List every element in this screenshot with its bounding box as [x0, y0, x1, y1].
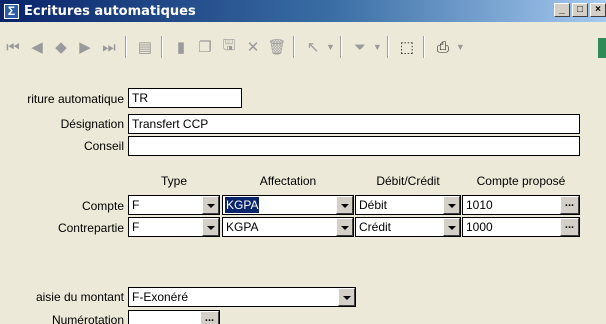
save-icon[interactable]: 🖫	[218, 35, 240, 59]
close-button[interactable]: ×	[590, 3, 606, 17]
toolbar-separator	[422, 36, 425, 58]
window-title: Ecritures automatiques	[24, 3, 196, 19]
first-record-icon[interactable]: ⏮	[2, 35, 24, 59]
contrepartie-affectation-select[interactable]: KGPA	[222, 217, 354, 237]
numerotation-input[interactable]: ...	[128, 310, 220, 324]
next-record-icon[interactable]: ▶	[74, 35, 96, 59]
contrepartie-label: Contrepartie	[57, 221, 124, 235]
compte-debit-credit-select[interactable]: Débit	[355, 195, 461, 215]
new-record-icon[interactable]: ▮	[170, 35, 192, 59]
chevron-down-icon[interactable]: ▼	[373, 42, 382, 52]
saisie-montant-select[interactable]: F-Exonéré	[128, 287, 356, 307]
chevron-down-icon[interactable]	[338, 288, 355, 306]
contrepartie-debit-credit-value: Crédit	[359, 220, 392, 234]
chevron-down-icon[interactable]: ▼	[456, 42, 465, 52]
toolbar-separator	[386, 36, 389, 58]
compte-browse-button[interactable]: ...	[560, 196, 579, 214]
chevron-down-icon[interactable]	[443, 196, 460, 214]
contrepartie-type-value: F	[132, 220, 140, 234]
conseil-label: Conseil	[83, 139, 124, 153]
filter-icon[interactable]: ⏷	[349, 35, 371, 59]
numerotation-label: Numérotation	[51, 313, 124, 324]
title-bar: Σ Ecritures automatiques _ □ ×	[0, 0, 606, 22]
chevron-down-icon[interactable]	[202, 196, 219, 214]
compte-propose-value: 1010	[466, 198, 493, 212]
maximize-button[interactable]: □	[572, 3, 588, 17]
column-header-type: Type	[160, 174, 187, 188]
chevron-down-icon[interactable]	[336, 196, 353, 214]
chevron-down-icon[interactable]	[443, 218, 460, 236]
last-record-icon[interactable]: ⏭	[98, 35, 120, 59]
contrepartie-type-select[interactable]: F	[128, 217, 220, 237]
diamond-icon[interactable]: ◆	[50, 35, 72, 59]
delete-icon[interactable]: ✕	[242, 35, 264, 59]
contrepartie-debit-credit-select[interactable]: Crédit	[355, 217, 461, 237]
compte-affectation-value: KGPA	[223, 196, 261, 214]
exit-icon[interactable]	[598, 38, 606, 58]
ecriture-input[interactable]: TR	[128, 88, 242, 108]
numerotation-browse-button[interactable]: ...	[200, 311, 219, 324]
table-view-icon[interactable]: ▤	[134, 35, 156, 59]
pointer-icon[interactable]: ↖	[302, 35, 324, 59]
print-icon[interactable]: ⎙	[432, 35, 454, 59]
ecriture-label: riture automatique	[27, 92, 124, 106]
compte-propose-input[interactable]: 1010 ...	[462, 195, 580, 215]
toolbar-separator	[125, 36, 127, 58]
toolbar: ⏮ ◀ ◆ ▶ ⏭ ▤ ▮ ❐ 🖫 ✕ 🗑 ↖ ▼ ⏷ ▼ ⬚ ⎙ ▼	[0, 32, 606, 62]
column-header-affectation: Affectation	[259, 174, 317, 188]
chevron-down-icon[interactable]	[202, 218, 219, 236]
column-header-debit-credit: Débit/Crédit	[376, 174, 440, 188]
chevron-down-icon[interactable]	[336, 218, 353, 236]
cursor-select-icon[interactable]: ⬚	[396, 35, 418, 59]
toolbar-separator	[339, 36, 342, 58]
sigma-icon: Σ	[4, 3, 19, 19]
prev-record-icon[interactable]: ◀	[26, 35, 48, 59]
designation-label: Désignation	[60, 117, 124, 131]
compte-type-select[interactable]: F	[128, 195, 220, 215]
saisie-label: aisie du montant	[35, 290, 124, 304]
trash-icon[interactable]: 🗑	[266, 35, 288, 59]
designation-input[interactable]: Transfert CCP	[128, 114, 580, 134]
contrepartie-browse-button[interactable]: ...	[560, 218, 579, 236]
toolbar-separator	[293, 36, 295, 58]
compte-affectation-select[interactable]: KGPA	[222, 195, 354, 215]
column-header-compte-propose: Compte proposé	[476, 174, 566, 188]
contrepartie-propose-input[interactable]: 1000 ...	[462, 217, 580, 237]
conseil-input[interactable]	[128, 136, 580, 156]
compte-debit-credit-value: Débit	[359, 198, 388, 212]
toolbar-separator	[161, 36, 163, 58]
compte-label: Compte	[81, 199, 124, 213]
copy-record-icon[interactable]: ❐	[194, 35, 216, 59]
saisie-montant-value: F-Exonéré	[132, 290, 189, 304]
contrepartie-affectation-value: KGPA	[226, 220, 259, 234]
contrepartie-propose-value: 1000	[466, 220, 493, 234]
compte-type-value: F	[132, 198, 140, 212]
window-controls: _ □ ×	[552, 3, 606, 17]
minimize-button[interactable]: _	[554, 3, 570, 17]
chevron-down-icon[interactable]: ▼	[326, 42, 335, 52]
